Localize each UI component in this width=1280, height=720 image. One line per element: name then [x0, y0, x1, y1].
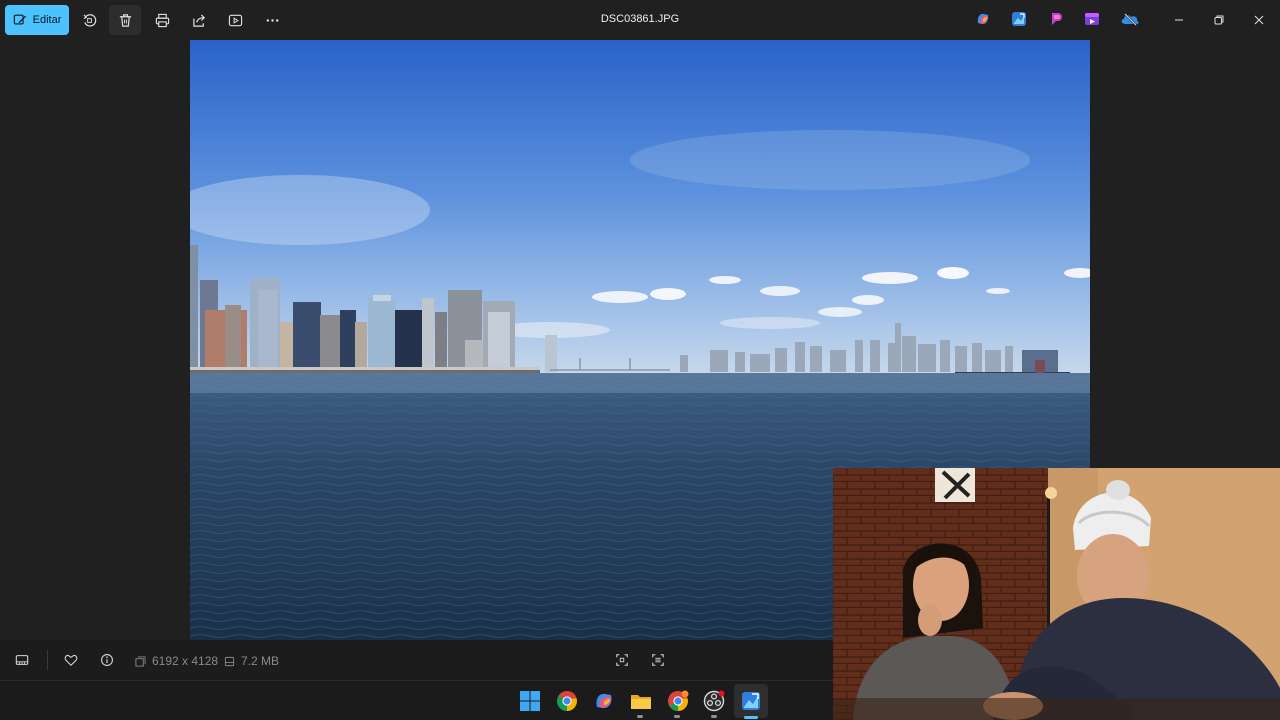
obs-running-indicator: [711, 715, 717, 718]
taskbar-file-explorer[interactable]: [629, 689, 653, 713]
print-icon: [155, 13, 169, 27]
file-explorer-icon: [631, 695, 651, 709]
minimize-icon: [1175, 19, 1183, 21]
obs-icon: [703, 690, 725, 712]
edit-icon: [13, 14, 26, 25]
info-button[interactable]: [93, 648, 121, 672]
filmstrip-button[interactable]: [8, 648, 36, 672]
storage-icon: [224, 656, 235, 666]
edit-button-label: Editar: [32, 14, 62, 26]
info-icon: [101, 654, 113, 666]
copilot-icon[interactable]: [975, 11, 991, 27]
status-divider: [47, 650, 48, 670]
photos-editor-icon[interactable]: [1011, 11, 1027, 27]
share-icon: [192, 13, 205, 27]
delete-icon: [119, 13, 131, 27]
restore-icon: [1214, 15, 1224, 25]
edit-button[interactable]: Editar: [5, 5, 69, 35]
fit-screen-icon: [616, 654, 628, 666]
print-button[interactable]: [146, 5, 178, 35]
file-explorer-running-indicator: [637, 715, 643, 718]
delete-button[interactable]: [109, 5, 141, 35]
taskbar-photos[interactable]: [739, 689, 763, 713]
photos-active-indicator: [744, 716, 758, 719]
fit-to-window-button[interactable]: [608, 648, 636, 672]
taskbar-start[interactable]: [518, 689, 542, 713]
restore-button[interactable]: [1199, 5, 1239, 35]
more-icon: [266, 18, 278, 22]
heart-icon: [64, 655, 78, 666]
clipchamp-video-icon[interactable]: [1084, 11, 1100, 27]
photos-icon: [742, 692, 760, 710]
chrome-running-indicator: [674, 715, 680, 718]
dimensions-icon: [135, 655, 146, 667]
onedrive-icon[interactable]: [1121, 11, 1139, 27]
webcam-overlay: [833, 468, 1280, 720]
actual-size-button[interactable]: [644, 648, 672, 672]
taskbar-chrome[interactable]: [555, 689, 579, 713]
webcam-feed: [833, 468, 1280, 720]
window-title: DSC03861.JPG: [600, 13, 680, 25]
file-size: 7.2 MB: [224, 654, 279, 668]
filmstrip-icon: [15, 655, 29, 665]
share-button[interactable]: [183, 5, 215, 35]
favorite-button[interactable]: [57, 648, 85, 672]
title-bar: Editar DSC03861.JPG: [0, 0, 1280, 40]
slideshow-icon: [228, 14, 242, 26]
chrome-profile-icon: [668, 690, 689, 712]
slideshow-button[interactable]: [219, 5, 251, 35]
more-options-button[interactable]: [256, 5, 288, 35]
dimensions-value: 6192 x 4128: [152, 654, 219, 668]
clipchamp-icon[interactable]: [1048, 11, 1064, 27]
image-dimensions: 6192 x 4128: [135, 654, 218, 668]
taskbar-obs[interactable]: [702, 689, 726, 713]
taskbar-copilot[interactable]: [592, 689, 616, 713]
file-size-value: 7.2 MB: [241, 654, 280, 668]
rotate-button[interactable]: [73, 5, 105, 35]
close-icon: [1254, 15, 1264, 25]
rotate-icon: [82, 13, 96, 27]
photos-app-window: Editar DSC03861.JPG 6192 x 4128 7.2 MB: [0, 0, 1280, 720]
minimize-button[interactable]: [1159, 5, 1199, 35]
chrome-icon: [557, 691, 577, 712]
copilot-icon: [596, 693, 612, 709]
actual-size-icon: [652, 654, 664, 666]
close-button[interactable]: [1239, 5, 1279, 35]
windows-start-icon: [520, 691, 540, 711]
taskbar-chrome-profile[interactable]: [666, 689, 690, 713]
